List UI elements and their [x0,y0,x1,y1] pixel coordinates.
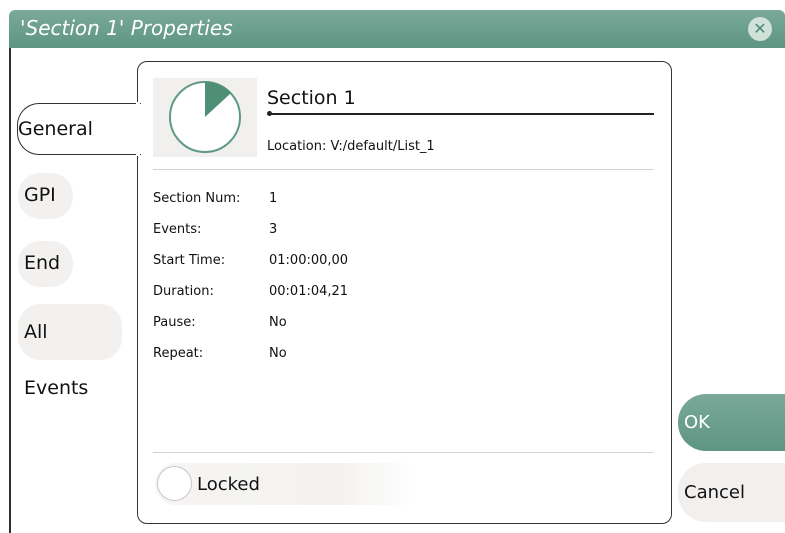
repeat-label: Repeat: [153,346,204,361]
start-time-value: 01:00:00,00 [269,253,349,268]
events-label: Events: [153,222,202,237]
start-time-label: Start Time: [153,253,226,268]
section-num-label: Section Num: [153,191,241,206]
duration-value: 00:01:04,21 [269,284,349,299]
tab-all-events-label: All Events [24,321,89,399]
section-name[interactable]: Section 1 [267,87,356,109]
tab-gpi[interactable]: GPI [18,173,73,219]
duration-label: Duration: [153,284,214,299]
tab-end-label: End [24,252,61,274]
pie-clock-icon [169,81,241,153]
tab-general-label: General [18,118,93,140]
locked-toggle[interactable]: Locked [155,463,417,505]
tab-end[interactable]: End [18,241,73,287]
cancel-button[interactable]: Cancel [678,463,785,522]
locked-label: Locked [197,474,260,495]
tab-connector [136,102,140,156]
pause-label: Pause: [153,315,196,330]
events-value: 3 [269,222,278,237]
cancel-label: Cancel [684,482,745,503]
close-icon[interactable]: ✕ [748,17,772,41]
pause-value: No [269,315,287,330]
repeat-value: No [269,346,287,361]
title-bar: 'Section 1' Properties [9,10,785,48]
section-num-value: 1 [269,191,278,206]
tab-general[interactable]: General [17,103,141,155]
separator-bottom [153,452,654,453]
ok-label: OK [684,412,710,433]
separator-top [153,169,654,170]
ok-button[interactable]: OK [678,394,785,451]
window-title: 'Section 1' Properties [20,16,233,40]
section-location: Location: V:/default/List_1 [267,139,435,154]
window-border [9,48,11,533]
tab-gpi-label: GPI [24,184,56,206]
section-icon-box [153,78,257,157]
locked-checkbox[interactable] [157,466,192,501]
name-field-underline [269,113,654,115]
tab-all-events[interactable]: All Events [18,304,122,399]
